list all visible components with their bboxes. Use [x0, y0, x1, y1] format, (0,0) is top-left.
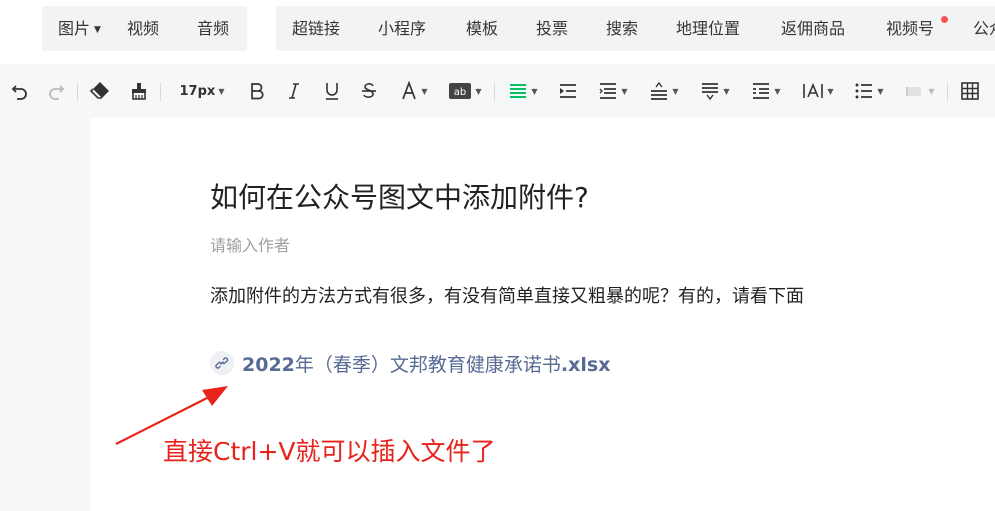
attachment-year: 2022	[242, 354, 295, 376]
tab-vote[interactable]: 投票	[536, 12, 568, 45]
chevron-down-icon: ▼	[218, 86, 225, 96]
paragraph-spacing-icon[interactable]: ▼	[646, 78, 682, 104]
svg-text:ab: ab	[454, 87, 466, 98]
tab-audio[interactable]: 音频	[197, 12, 229, 45]
toolbar-divider	[947, 83, 948, 101]
insert-tab-bar: 图片 ▼ 视频 音频 超链接 小程序 模板 投票 搜索 地理位置 返佣商品 视频号…	[0, 0, 995, 58]
tab-image[interactable]: 图片 ▼	[58, 12, 101, 45]
font-color-icon[interactable]: ▼	[396, 78, 432, 104]
toolbar-divider	[77, 83, 78, 101]
undo-icon[interactable]	[8, 78, 32, 104]
para-before-icon[interactable]: ▼	[697, 78, 733, 104]
media-tab-group: 图片 ▼ 视频 音频	[42, 6, 247, 51]
align-icon[interactable]: ▼	[505, 78, 541, 104]
list-icon[interactable]: ▼	[851, 78, 887, 104]
chevron-down-icon: ▼	[672, 86, 679, 96]
tab-commission-goods[interactable]: 返佣商品	[781, 12, 845, 45]
format-painter-icon[interactable]	[127, 78, 151, 104]
italic-icon[interactable]	[283, 78, 305, 104]
letter-spacing-icon[interactable]: ▼	[800, 78, 836, 104]
background-color-icon[interactable]: ab ▼	[446, 78, 484, 104]
chevron-down-icon: ▼	[475, 86, 482, 96]
para-after-icon[interactable]: ▼	[748, 78, 784, 104]
bold-icon[interactable]	[246, 78, 268, 104]
chevron-down-icon: ▼	[531, 86, 538, 96]
font-size-select[interactable]: 17px ▼	[172, 78, 232, 104]
notification-badge	[941, 16, 948, 23]
underline-icon[interactable]	[321, 78, 343, 104]
tab-template[interactable]: 模板	[466, 12, 498, 45]
chevron-down-icon: ▼	[774, 86, 781, 96]
tab-video[interactable]: 视频	[127, 12, 159, 45]
article-body-text[interactable]: 添加附件的方法方式有很多，有没有简单直接又粗暴的呢？有的，请看下面	[210, 282, 804, 308]
chevron-down-icon: ▼	[421, 86, 428, 96]
attachment-title: 年（春季）文邦教育健康承诺书	[294, 354, 561, 376]
eraser-icon[interactable]	[88, 78, 112, 104]
font-size-value: 17px	[179, 83, 216, 99]
attachment-link[interactable]: 2022年（春季）文邦教育健康承诺书.xlsx	[242, 350, 610, 377]
toolbar-divider	[494, 83, 495, 101]
toolbar-divider	[160, 83, 161, 101]
chevron-down-icon: ▼	[94, 25, 101, 35]
tab-search[interactable]: 搜索	[606, 12, 638, 45]
tab-mini-program[interactable]: 小程序	[378, 12, 426, 45]
tab-location[interactable]: 地理位置	[676, 12, 740, 45]
chevron-down-icon: ▼	[723, 86, 730, 96]
chevron-down-icon: ▼	[928, 86, 935, 96]
tab-official-account[interactable]: 公众	[973, 12, 995, 45]
table-icon[interactable]	[958, 78, 982, 104]
strikethrough-icon[interactable]	[358, 78, 380, 104]
format-toolbar: 17px ▼ ▼ ab ▼ ▼ ▼ ▼ ▼ ▼ ▼ ▼ ▼	[0, 64, 995, 118]
redo-icon[interactable]	[44, 78, 68, 104]
editor-gutter	[0, 118, 90, 511]
insert-tab-group: 超链接 小程序 模板 投票 搜索 地理位置 返佣商品 视频号 公众	[276, 6, 995, 51]
line-height-icon[interactable]: ▼	[595, 78, 631, 104]
article-title[interactable]: 如何在公众号图文中添加附件?	[210, 176, 589, 216]
attachment-extension: .xlsx	[560, 354, 611, 376]
block-style-icon: ▼	[902, 78, 938, 104]
author-field[interactable]: 请输入作者	[210, 232, 290, 256]
chevron-down-icon: ▼	[827, 86, 834, 96]
tab-image-label: 图片	[58, 19, 91, 38]
chevron-down-icon: ▼	[877, 86, 884, 96]
chevron-down-icon: ▼	[621, 86, 628, 96]
tab-hyperlink[interactable]: 超链接	[292, 12, 340, 45]
annotation-text: 直接Ctrl+V就可以插入文件了	[163, 437, 496, 466]
tab-channels[interactable]: 视频号	[886, 12, 934, 45]
indent-icon[interactable]	[556, 78, 580, 104]
